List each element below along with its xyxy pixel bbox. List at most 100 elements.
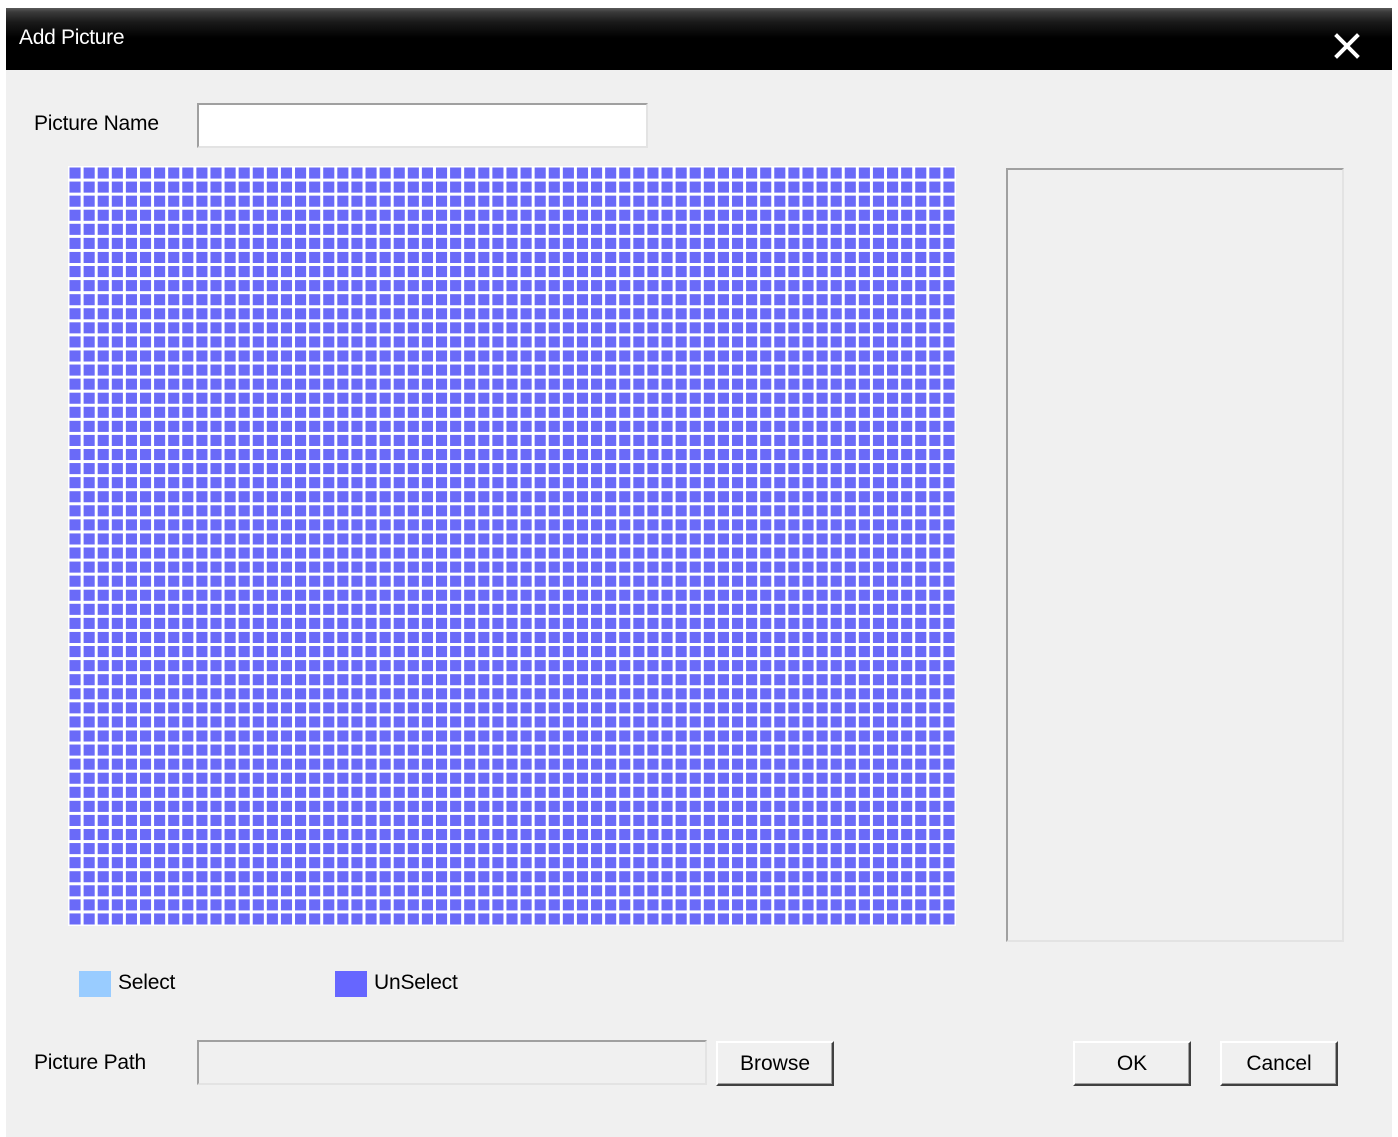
grid-cell[interactable] (323, 463, 335, 475)
grid-cell[interactable] (760, 406, 772, 418)
grid-cell[interactable] (576, 223, 589, 235)
grid-cell[interactable] (196, 730, 208, 742)
grid-cell[interactable] (929, 843, 941, 855)
grid-cell[interactable] (915, 223, 927, 235)
grid-cell[interactable] (196, 505, 208, 517)
grid-cell[interactable] (323, 477, 335, 489)
grid-cell[interactable] (647, 617, 659, 629)
grid-cell[interactable] (774, 280, 786, 292)
grid-cell[interactable] (210, 519, 222, 531)
grid-cell[interactable] (154, 561, 166, 573)
grid-cell[interactable] (393, 871, 405, 883)
grid-cell[interactable] (168, 603, 180, 615)
grid-cell[interactable] (717, 378, 729, 390)
grid-cell[interactable] (450, 646, 462, 658)
grid-cell[interactable] (830, 828, 842, 841)
grid-cell[interactable] (309, 491, 321, 503)
grid-cell[interactable] (125, 308, 137, 320)
grid-cell[interactable] (154, 913, 166, 925)
grid-cell[interactable] (731, 519, 744, 531)
grid-cell[interactable] (450, 814, 462, 826)
grid-cell[interactable] (520, 350, 532, 362)
grid-cell[interactable] (844, 646, 856, 658)
grid-cell[interactable] (139, 758, 152, 770)
grid-cell[interactable] (111, 857, 123, 869)
grid-cell[interactable] (182, 237, 194, 249)
grid-cell[interactable] (323, 871, 335, 883)
grid-cell[interactable] (83, 294, 95, 306)
grid-cell[interactable] (802, 899, 814, 911)
grid-cell[interactable] (647, 519, 659, 531)
grid-cell[interactable] (379, 434, 391, 446)
grid-cell[interactable] (858, 266, 870, 278)
grid-cell[interactable] (168, 885, 180, 897)
grid-cell[interactable] (295, 477, 307, 489)
grid-cell[interactable] (943, 786, 955, 798)
grid-cell[interactable] (111, 828, 123, 841)
grid-cell[interactable] (901, 843, 913, 855)
grid-cell[interactable] (125, 857, 137, 869)
grid-cell[interactable] (407, 322, 419, 334)
grid-cell[interactable] (421, 603, 433, 615)
grid-cell[interactable] (887, 350, 899, 362)
grid-cell[interactable] (421, 843, 433, 855)
grid-cell[interactable] (266, 744, 278, 756)
grid-cell[interactable] (591, 730, 603, 742)
grid-cell[interactable] (280, 547, 293, 559)
grid-cell[interactable] (731, 237, 744, 249)
grid-cell[interactable] (915, 674, 927, 686)
grid-cell[interactable] (605, 350, 617, 362)
grid-cell[interactable] (252, 280, 264, 292)
grid-cell[interactable] (520, 167, 532, 179)
grid-cell[interactable] (746, 223, 758, 235)
grid-cell[interactable] (717, 674, 729, 686)
grid-cell[interactable] (816, 519, 828, 531)
grid-cell[interactable] (280, 378, 293, 390)
grid-cell[interactable] (633, 828, 645, 841)
grid-cell[interactable] (379, 266, 391, 278)
grid-cell[interactable] (858, 885, 870, 897)
grid-cell[interactable] (774, 195, 786, 207)
grid-cell[interactable] (97, 800, 109, 812)
grid-cell[interactable] (464, 336, 476, 348)
grid-cell[interactable] (478, 843, 490, 855)
grid-cell[interactable] (252, 899, 264, 911)
grid-cell[interactable] (295, 237, 307, 249)
grid-cell[interactable] (887, 266, 899, 278)
grid-cell[interactable] (295, 843, 307, 855)
grid-cell[interactable] (238, 336, 250, 348)
grid-cell[interactable] (351, 336, 363, 348)
grid-cell[interactable] (280, 223, 293, 235)
grid-cell[interactable] (365, 828, 377, 841)
grid-cell[interactable] (280, 463, 293, 475)
grid-cell[interactable] (280, 167, 293, 179)
grid-cell[interactable] (858, 617, 870, 629)
grid-cell[interactable] (252, 167, 264, 179)
grid-cell[interactable] (520, 322, 532, 334)
grid-cell[interactable] (168, 758, 180, 770)
grid-cell[interactable] (562, 251, 574, 264)
grid-cell[interactable] (675, 589, 687, 601)
grid-cell[interactable] (774, 434, 786, 446)
grid-cell[interactable] (929, 364, 941, 376)
grid-cell[interactable] (196, 280, 208, 292)
grid-cell[interactable] (506, 209, 518, 221)
grid-cell[interactable] (872, 420, 885, 432)
grid-cell[interactable] (154, 181, 166, 193)
grid-cell[interactable] (520, 772, 532, 784)
grid-cell[interactable] (548, 463, 560, 475)
grid-cell[interactable] (760, 857, 772, 869)
grid-cell[interactable] (252, 786, 264, 798)
grid-cell[interactable] (858, 195, 870, 207)
grid-cell[interactable] (266, 251, 278, 264)
grid-cell[interactable] (633, 843, 645, 855)
grid-cell[interactable] (802, 575, 814, 587)
grid-cell[interactable] (844, 589, 856, 601)
grid-cell[interactable] (83, 702, 95, 714)
grid-cell[interactable] (125, 885, 137, 897)
grid-cell[interactable] (802, 364, 814, 376)
grid-cell[interactable] (280, 758, 293, 770)
grid-cell[interactable] (520, 251, 532, 264)
grid-cell[interactable] (506, 758, 518, 770)
grid-cell[interactable] (111, 674, 123, 686)
